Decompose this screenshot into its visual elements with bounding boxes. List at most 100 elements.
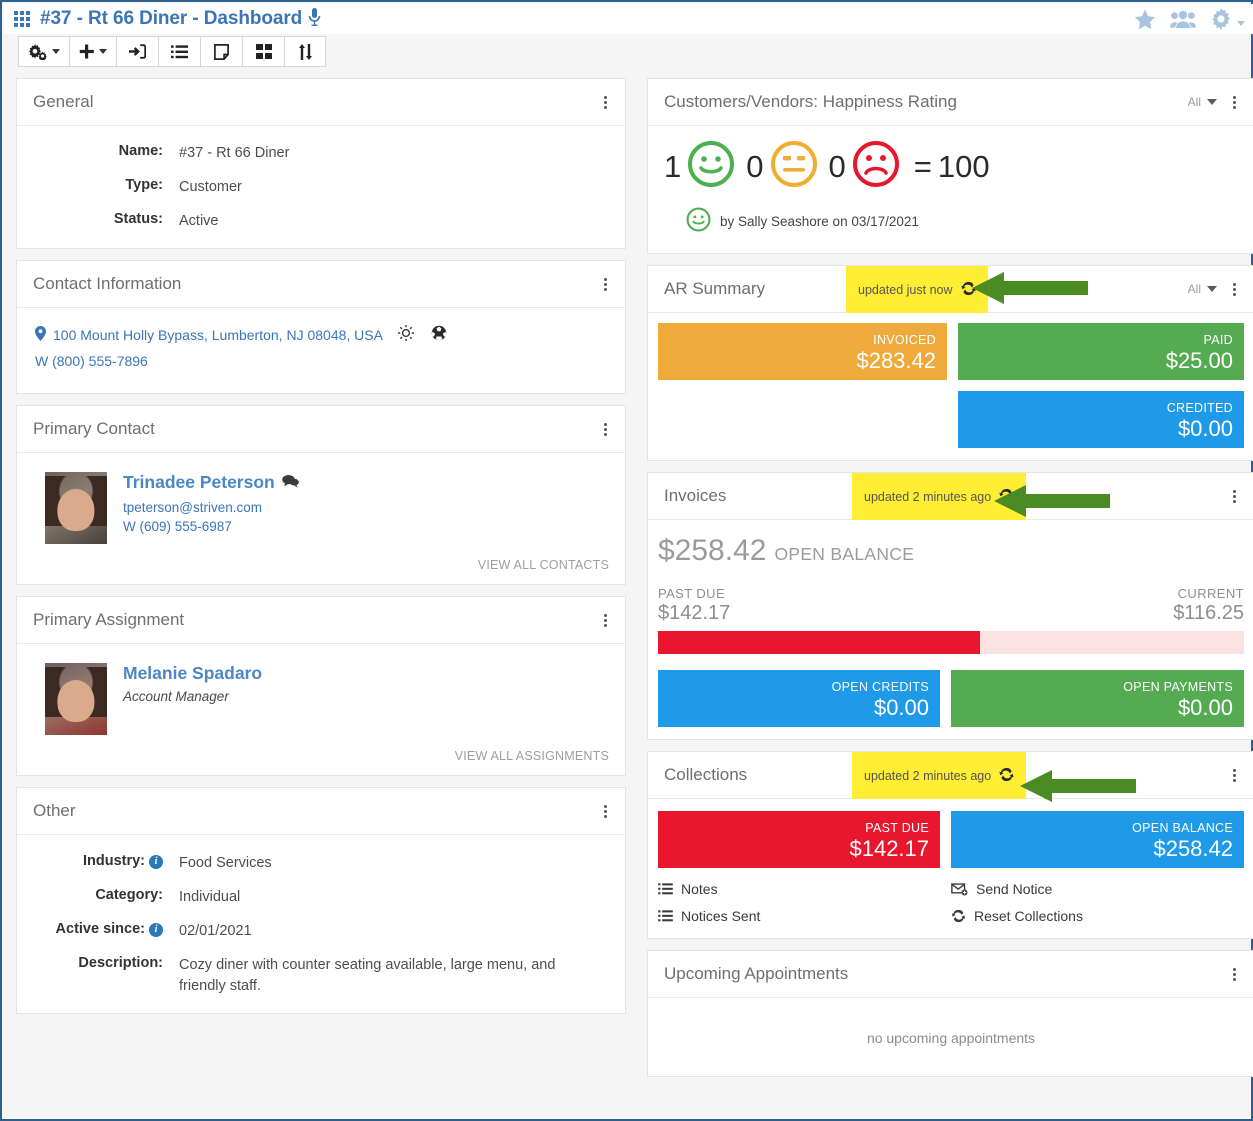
map-pin-icon — [35, 325, 46, 344]
app-window: #37 - Rt 66 Diner - Dashboard General Na… — [0, 0, 1253, 1121]
sad-count: 0 — [828, 148, 846, 184]
assignment-person: Melanie Spadaro Account Manager — [45, 663, 609, 736]
past-due-current-labels: PAST DUE CURRENT — [658, 586, 1244, 601]
settings-cogs-button[interactable] — [18, 36, 69, 67]
open-balance-tile[interactable]: OPEN BALANCE $258.42 — [951, 811, 1244, 868]
people-icon[interactable] — [1170, 9, 1196, 29]
right-column: Customers/Vendors: Happiness Rating All … — [647, 78, 1253, 1088]
info-icon[interactable]: i — [149, 854, 163, 869]
open-payments-tile[interactable]: OPEN PAYMENTS $0.00 — [951, 670, 1244, 727]
contact-name-link[interactable]: Trinadee Peterson — [123, 472, 275, 493]
view-all-contacts-link[interactable]: VIEW ALL CONTACTS — [45, 558, 609, 572]
chevron-down-icon — [1207, 99, 1217, 105]
contact-email[interactable]: tpeterson@striven.com — [123, 500, 299, 515]
collections-card: Collections updated 2 minutes ago PAST D… — [647, 751, 1253, 939]
field-label: Active since: i — [33, 921, 179, 942]
app-grid-icon[interactable] — [14, 11, 31, 28]
address-text[interactable]: 100 Mount Holly Bypass, Lumberton, NJ 08… — [53, 327, 383, 343]
past-due-label: PAST DUE — [658, 586, 726, 601]
open-credits-tile[interactable]: OPEN CREDITS $0.00 — [658, 670, 941, 727]
action-toolbar — [18, 36, 326, 67]
tile-value: $25.00 — [1165, 348, 1233, 374]
star-icon[interactable] — [1134, 9, 1156, 30]
chevron-down-icon[interactable] — [1237, 20, 1245, 26]
invoices-updated-chip[interactable]: updated 2 minutes ago — [852, 473, 1027, 520]
list-view-button[interactable] — [158, 36, 200, 67]
refresh-icon[interactable] — [999, 767, 1014, 784]
contact-phone[interactable]: W (609) 555-6987 — [123, 519, 299, 534]
avatar[interactable] — [45, 663, 107, 736]
add-button[interactable] — [69, 36, 116, 67]
refresh-icon[interactable] — [999, 488, 1014, 505]
notes-link[interactable]: Notes — [658, 881, 951, 897]
field-row: Category: Individual — [33, 887, 609, 908]
invoiced-tile[interactable]: INVOICED $283.42 — [658, 323, 947, 380]
collections-links: Notes Notices Sent Send Notice Reset Col… — [658, 881, 1244, 924]
happiness-filter-dropdown[interactable]: All — [1188, 95, 1217, 109]
past-due-progress-bar — [658, 631, 1244, 654]
globe-icon[interactable] — [431, 325, 447, 344]
field-label: Description: — [78, 955, 163, 972]
card-menu-button[interactable] — [600, 612, 611, 629]
avatar[interactable] — [45, 472, 107, 545]
invoice-tiles-row: OPEN CREDITS $0.00 OPEN PAYMENTS $0.00 — [658, 670, 1244, 727]
field-row: Industry: i Food Services — [33, 853, 609, 874]
card-menu-button[interactable] — [600, 94, 611, 111]
card-title: General — [33, 92, 94, 111]
card-header: Primary Contact — [17, 406, 625, 454]
credited-tile[interactable]: CREDITED $0.00 — [958, 391, 1244, 448]
info-icon[interactable]: i — [149, 922, 163, 937]
card-body: Trinadee Peterson tpeterson@striven.com … — [17, 453, 625, 584]
note-button[interactable] — [200, 36, 242, 67]
filter-label: All — [1187, 282, 1201, 296]
card-menu-button[interactable] — [1229, 281, 1240, 298]
sad-face-icon[interactable] — [852, 140, 900, 193]
assignee-name-link[interactable]: Melanie Spadaro — [123, 663, 262, 684]
view-all-assignments-link[interactable]: VIEW ALL ASSIGNMENTS — [45, 749, 609, 763]
tile-value: $258.42 — [1153, 836, 1233, 862]
collections-tiles-row: PAST DUE $142.17 OPEN BALANCE $258.42 — [658, 811, 1244, 868]
ar-summary-card: AR Summary updated just now All INVOICED… — [647, 265, 1253, 461]
field-label: Category: — [95, 887, 163, 904]
sort-button[interactable] — [284, 36, 326, 67]
other-card: Other Industry: i Food Services Category:… — [16, 787, 626, 1015]
gear-icon[interactable] — [1210, 8, 1232, 30]
chat-bubbles-icon[interactable] — [281, 474, 299, 492]
neutral-face-icon[interactable] — [770, 140, 818, 193]
send-notice-link[interactable]: Send Notice — [951, 881, 1244, 897]
open-balance-caption: OPEN BALANCE — [774, 544, 915, 564]
reset-collections-link[interactable]: Reset Collections — [951, 908, 1244, 924]
ar-filter-dropdown[interactable]: All — [1188, 282, 1217, 296]
card-body: INVOICED $283.42 PAID $25.00 CREDITED $0… — [648, 313, 1253, 460]
neutral-count: 0 — [746, 148, 764, 184]
card-menu-button[interactable] — [600, 276, 611, 293]
phone-text[interactable]: W (800) 555-7896 — [35, 353, 609, 369]
card-menu-button[interactable] — [600, 803, 611, 820]
field-label: Type: — [125, 177, 163, 194]
tile-label: INVOICED — [873, 333, 936, 348]
card-title: Primary Assignment — [33, 610, 185, 630]
card-menu-button[interactable] — [1229, 94, 1240, 111]
card-menu-button[interactable] — [1229, 966, 1240, 983]
card-menu-button[interactable] — [1229, 488, 1240, 505]
notices-sent-link[interactable]: Notices Sent — [658, 908, 951, 924]
primary-contact-card: Primary Contact Trinadee Peterson tpeter… — [16, 405, 626, 586]
updated-text: updated 2 minutes ago — [864, 768, 992, 783]
card-menu-button[interactable] — [1229, 767, 1240, 784]
card-header: Invoices updated 2 minutes ago — [648, 473, 1253, 520]
sign-in-button[interactable] — [116, 36, 158, 67]
card-menu-button[interactable] — [600, 421, 611, 438]
weather-sun-icon[interactable] — [397, 325, 414, 344]
ar-updated-chip[interactable]: updated just now — [846, 266, 988, 313]
happy-face-icon[interactable] — [687, 140, 735, 193]
past-due-tile[interactable]: PAST DUE $142.17 — [658, 811, 941, 868]
microphone-icon[interactable] — [308, 8, 321, 30]
tile-label: OPEN PAYMENTS — [1123, 680, 1233, 695]
paid-tile[interactable]: PAID $25.00 — [958, 323, 1244, 380]
current-value: $116.25 — [1173, 602, 1244, 624]
grid-view-button[interactable] — [242, 36, 284, 67]
past-due-value: $142.17 — [658, 602, 731, 624]
collections-updated-chip[interactable]: updated 2 minutes ago — [852, 752, 1027, 799]
refresh-icon[interactable] — [960, 281, 976, 298]
field-value: Active — [179, 213, 219, 230]
